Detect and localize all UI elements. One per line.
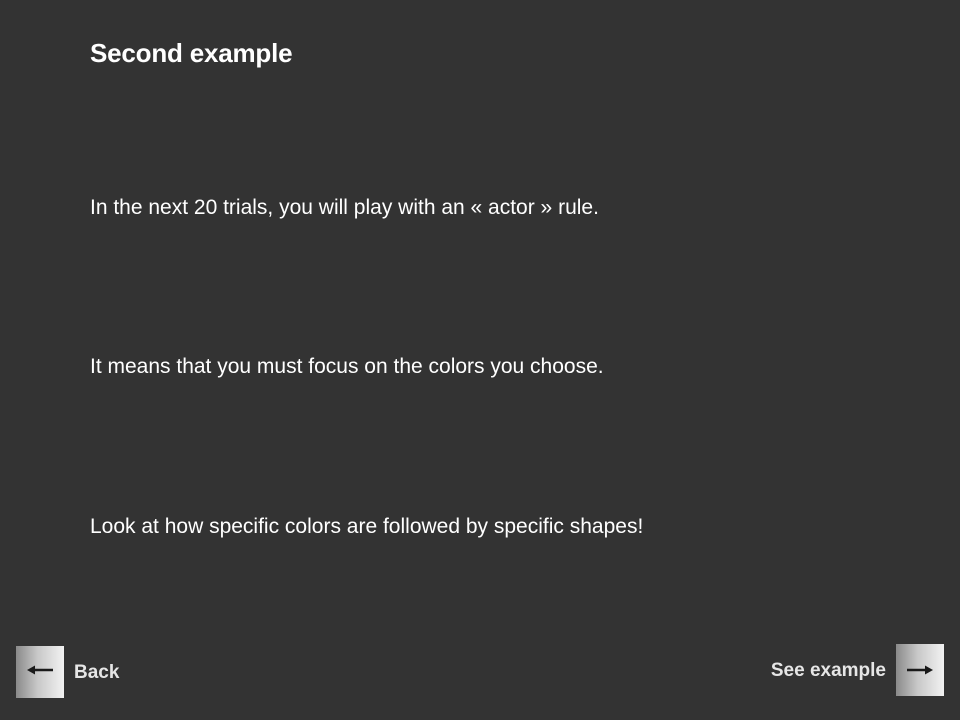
instruction-paragraph-2: It means that you must focus on the colo…	[90, 355, 604, 378]
instruction-paragraph-1: In the next 20 trials, you will play wit…	[90, 196, 599, 219]
arrow-right-icon	[907, 665, 933, 675]
slide-title: Second example	[90, 38, 293, 68]
arrow-left-icon	[27, 665, 53, 675]
back-label[interactable]: Back	[74, 662, 119, 684]
see-example-button[interactable]	[896, 644, 944, 696]
back-button[interactable]	[16, 646, 64, 698]
instruction-paragraph-3: Look at how specific colors are followed…	[90, 515, 644, 538]
see-example-label[interactable]: See example	[771, 660, 886, 682]
